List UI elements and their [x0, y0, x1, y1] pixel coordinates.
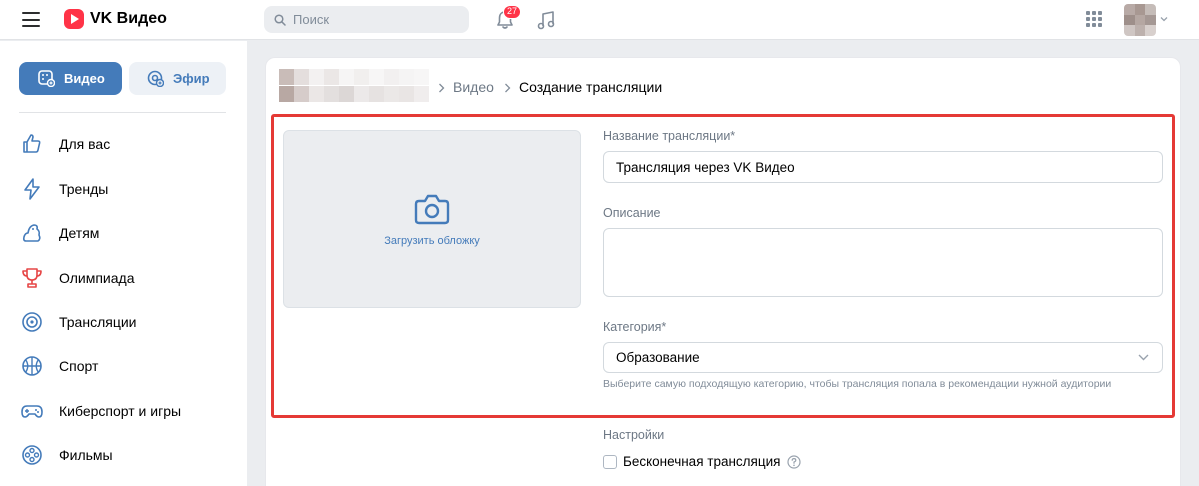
basketball-icon: [22, 356, 42, 376]
endless-broadcast-checkbox[interactable]: [603, 455, 617, 469]
notification-badge: 27: [503, 5, 522, 19]
play-logo-icon: [64, 9, 84, 29]
logo-text: VK Видео: [90, 10, 167, 27]
sidebar-item-label: Для вас: [59, 136, 111, 152]
sidebar: Видео Эфир Для вас Тренды Детям Олимпиад…: [0, 41, 247, 486]
sidebar-item-sport[interactable]: Спорт: [20, 352, 98, 380]
blurred-channel-name[interactable]: [279, 69, 429, 102]
music-icon[interactable]: [536, 9, 556, 31]
highlight-frame: [271, 114, 1175, 418]
film-reel-icon: [22, 445, 42, 465]
page-scrollbar[interactable]: [1190, 41, 1199, 486]
sidebar-item-esports[interactable]: Киберспорт и игры: [20, 397, 181, 425]
avatar[interactable]: [1124, 4, 1156, 36]
apps-grid-icon[interactable]: [1086, 11, 1102, 27]
sidebar-item-label: Спорт: [59, 358, 99, 374]
efir-tab-button[interactable]: Эфир: [129, 62, 226, 95]
help-icon[interactable]: [787, 455, 801, 469]
thumbs-up-icon: [23, 134, 41, 153]
endless-broadcast-label[interactable]: Бесконечная трансляция: [623, 454, 780, 469]
gamepad-icon: [21, 405, 43, 418]
sidebar-item-label: Трансляции: [59, 314, 137, 330]
sidebar-item-label: Тренды: [59, 181, 109, 197]
search-input[interactable]: [293, 12, 453, 27]
chevron-right-icon: [505, 83, 511, 93]
search-icon: [274, 13, 286, 26]
live-broadcast-icon: [147, 70, 164, 87]
chevron-down-icon[interactable]: [1160, 16, 1168, 22]
trophy-icon: [22, 268, 42, 288]
sidebar-item-label: Олимпиада: [59, 270, 135, 286]
sidebar-item-kids[interactable]: Детям: [20, 219, 99, 247]
sidebar-item-films[interactable]: Фильмы: [20, 441, 113, 469]
video-library-icon: [38, 70, 55, 87]
efir-tab-label: Эфир: [173, 71, 210, 86]
sidebar-item-label: Фильмы: [59, 447, 113, 463]
video-tab-button[interactable]: Видео: [19, 62, 122, 95]
lightning-icon: [24, 178, 40, 200]
toy-icon: [22, 224, 41, 242]
sidebar-item-olympics[interactable]: Олимпиада: [20, 264, 135, 292]
page-title: Создание трансляции: [519, 79, 663, 95]
search-box[interactable]: [264, 6, 469, 33]
sidebar-item-for-you[interactable]: Для вас: [20, 130, 110, 158]
sidebar-item-label: Киберспорт и игры: [59, 403, 182, 419]
breadcrumb-video-link[interactable]: Видео: [453, 79, 494, 95]
menu-icon[interactable]: [22, 12, 40, 27]
vk-video-logo[interactable]: VK Видео: [64, 9, 167, 29]
sidebar-item-trends[interactable]: Тренды: [20, 175, 108, 203]
settings-section-label: Настройки: [603, 428, 665, 442]
sidebar-item-broadcasts[interactable]: Трансляции: [20, 308, 136, 336]
video-tab-label: Видео: [64, 71, 105, 86]
broadcast-icon: [22, 312, 42, 332]
top-bar: VK Видео 27: [0, 0, 1199, 40]
chevron-right-icon: [439, 83, 445, 93]
sidebar-divider: [19, 112, 226, 113]
sidebar-item-label: Детям: [59, 225, 100, 241]
